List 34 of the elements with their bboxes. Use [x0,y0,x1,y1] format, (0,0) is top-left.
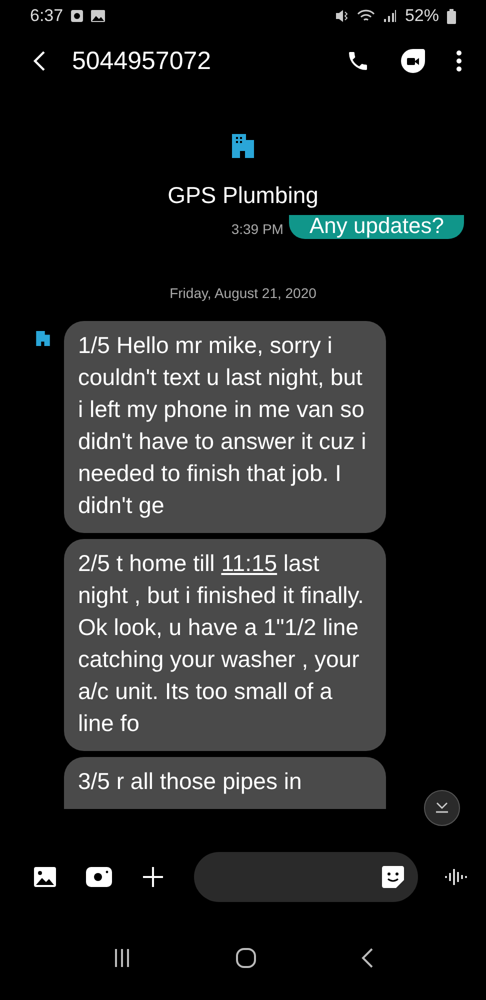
received-message: 1/5 Hello mr mike, sorry i couldn't text u last night, but i left my phone in me van so didn't have to answer it cuz i needed to finish that job. I didn't ge [64,321,386,533]
chevron-down-icon [435,802,449,814]
contact-name: GPS Plumbing [168,182,318,209]
battery-text: 52% [404,6,439,26]
sticker-icon[interactable] [382,866,404,888]
sent-message: Any updates? [289,215,464,239]
image-icon [91,10,106,22]
battery-icon [447,8,456,24]
notification-icon [71,10,84,22]
scroll-down-button[interactable] [424,790,460,826]
plus-icon [142,866,164,888]
sound-wave-icon [444,867,468,887]
video-camera-icon [400,48,426,74]
phone-number: 5044957072 [72,46,212,76]
camera-icon [86,867,112,887]
message-time: 3:39 PM [231,221,284,239]
more-icon [456,50,462,72]
message-input[interactable] [194,852,418,902]
wifi-icon [356,9,375,23]
date-divider: Friday, August 21, 2020 [170,285,316,301]
building-icon [232,134,254,158]
received-message: 3/5 r all those pipes in [64,757,386,809]
phone-icon [346,49,370,73]
signal-icon [382,9,397,23]
chevron-left-icon [361,948,374,968]
mute-icon [334,9,349,23]
chevron-left-icon [32,50,46,72]
building-icon [36,331,50,346]
received-message: 2/5 t home till 11:15 last night , but i finished it finally. Ok look, u have a 1"1/2 line catching your washer , your a/c unit. Its too small of a line fo [64,539,386,751]
time-link[interactable]: 11:15 [221,550,278,576]
image-icon [34,867,56,887]
three-lines-icon [112,949,131,967]
rounded-square-icon [236,948,256,968]
status-time: 6:37 [30,6,64,26]
